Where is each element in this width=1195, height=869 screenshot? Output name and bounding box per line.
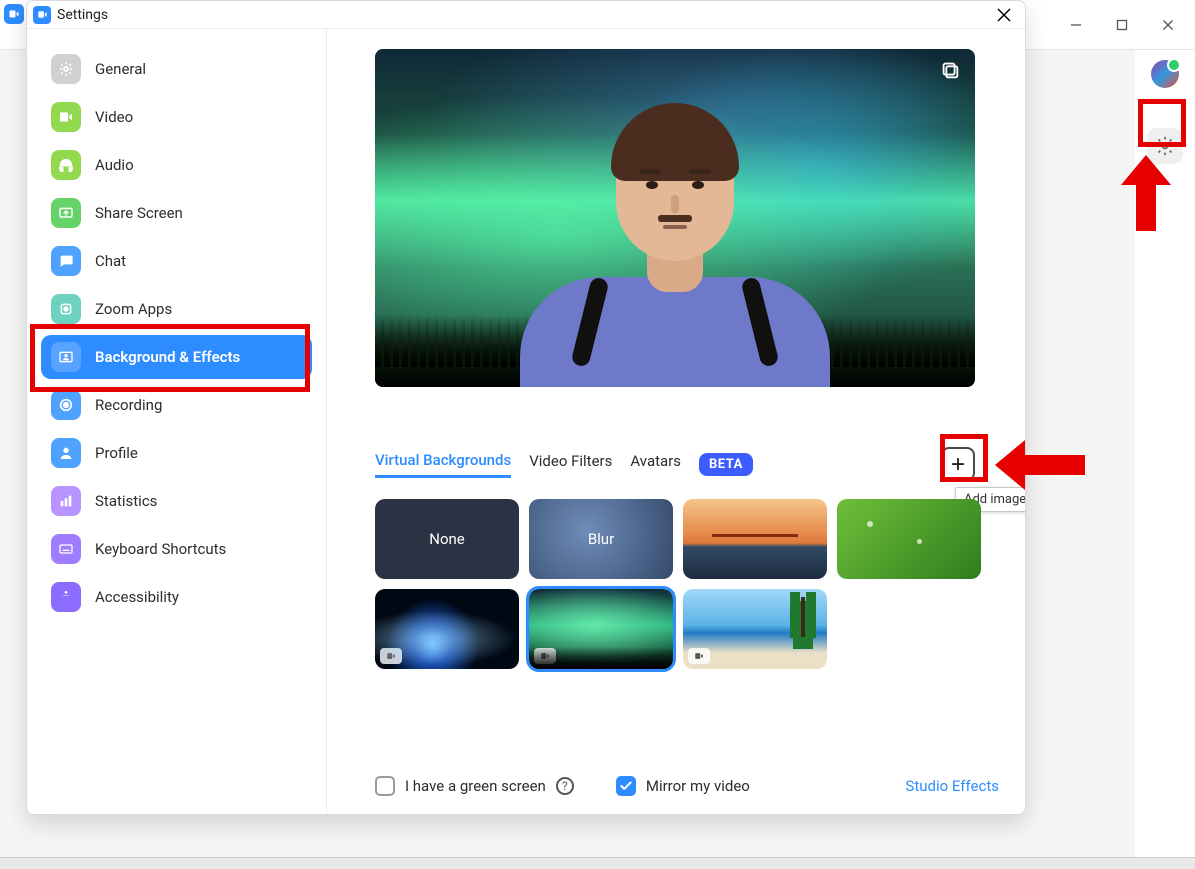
background-option-blur[interactable]: Blur — [529, 499, 673, 579]
settings-close-button[interactable] — [989, 1, 1019, 29]
sidebar-item-label: Profile — [95, 444, 138, 462]
sidebar-item-label: Background & Effects — [95, 348, 240, 366]
sidebar-item-chat[interactable]: Chat — [41, 239, 312, 283]
sidebar-item-keyboard-shortcuts[interactable]: Keyboard Shortcuts — [41, 527, 312, 571]
sidebar-item-accessibility[interactable]: Accessibility — [41, 575, 312, 619]
record-icon — [51, 390, 81, 420]
expand-preview-button[interactable] — [939, 59, 963, 83]
help-icon[interactable]: ? — [556, 777, 574, 795]
beta-badge: BETA — [699, 453, 753, 476]
parent-close-button[interactable] — [1145, 9, 1191, 41]
sidebar-item-zoom-apps[interactable]: Zoom Apps — [41, 287, 312, 331]
settings-sidebar: General Video Audio Share Screen — [27, 29, 327, 814]
parent-maximize-button[interactable] — [1099, 9, 1145, 41]
sidebar-item-audio[interactable]: Audio — [41, 143, 312, 187]
background-option-bridge[interactable] — [683, 499, 827, 579]
sidebar-item-recording[interactable]: Recording — [41, 383, 312, 427]
thumb-label: Blur — [588, 530, 614, 548]
video-icon — [51, 102, 81, 132]
gear-icon — [51, 54, 81, 84]
sidebar-item-label: Share Screen — [95, 204, 183, 222]
video-badge-icon — [534, 648, 556, 664]
sidebar-item-label: Zoom Apps — [95, 300, 172, 318]
tab-avatars[interactable]: Avatars — [630, 452, 681, 476]
background-option-none[interactable]: None — [375, 499, 519, 579]
desktop-taskbar-edge — [0, 857, 1195, 869]
profile-icon — [51, 438, 81, 468]
background-option-beach[interactable] — [683, 589, 827, 669]
avatar[interactable] — [1151, 60, 1179, 88]
keyboard-icon — [51, 534, 81, 564]
tab-video-filters[interactable]: Video Filters — [529, 452, 612, 476]
sidebar-item-statistics[interactable]: Statistics — [41, 479, 312, 523]
window-title: Settings — [57, 7, 108, 23]
sidebar-item-label: Accessibility — [95, 588, 179, 606]
parent-minimize-button[interactable] — [1053, 9, 1099, 41]
mirror-video-label: Mirror my video — [646, 777, 750, 795]
share-screen-icon — [51, 198, 81, 228]
add-image-video-button[interactable]: Add image or video — [941, 447, 975, 481]
sidebar-item-profile[interactable]: Profile — [41, 431, 312, 475]
sidebar-item-share-screen[interactable]: Share Screen — [41, 191, 312, 235]
tab-virtual-backgrounds[interactable]: Virtual Backgrounds — [375, 451, 511, 478]
chat-icon — [51, 246, 81, 276]
apps-icon — [51, 294, 81, 324]
video-preview — [375, 49, 975, 387]
background-option-grass[interactable] — [837, 499, 981, 579]
studio-effects-link[interactable]: Studio Effects — [905, 777, 999, 795]
mirror-video-checkbox[interactable] — [616, 776, 636, 796]
sidebar-item-label: Chat — [95, 252, 126, 270]
settings-window: Settings General Video Au — [26, 0, 1026, 815]
stats-icon — [51, 486, 81, 516]
sidebar-item-label: Video — [95, 108, 133, 126]
green-screen-checkbox[interactable] — [375, 776, 395, 796]
accessibility-icon — [51, 582, 81, 612]
sidebar-item-label: General — [95, 60, 146, 78]
zoom-app-icon — [33, 6, 51, 24]
background-option-earth[interactable] — [375, 589, 519, 669]
green-screen-label: I have a green screen — [405, 777, 546, 795]
settings-content: Virtual Backgrounds Video Filters Avatar… — [327, 29, 1025, 814]
sidebar-item-label: Statistics — [95, 492, 157, 510]
headphones-icon — [51, 150, 81, 180]
parent-settings-gear-button[interactable] — [1147, 128, 1183, 164]
sidebar-item-general[interactable]: General — [41, 47, 312, 91]
sidebar-item-label: Audio — [95, 156, 134, 174]
sidebar-item-label: Recording — [95, 396, 162, 414]
person-card-icon — [51, 342, 81, 372]
background-option-aurora[interactable] — [529, 589, 673, 669]
thumb-label: None — [429, 530, 465, 548]
video-badge-icon — [688, 648, 710, 664]
sidebar-item-label: Keyboard Shortcuts — [95, 540, 226, 558]
sidebar-item-video[interactable]: Video — [41, 95, 312, 139]
video-badge-icon — [380, 648, 402, 664]
sidebar-item-background-effects[interactable]: Background & Effects — [41, 335, 312, 379]
